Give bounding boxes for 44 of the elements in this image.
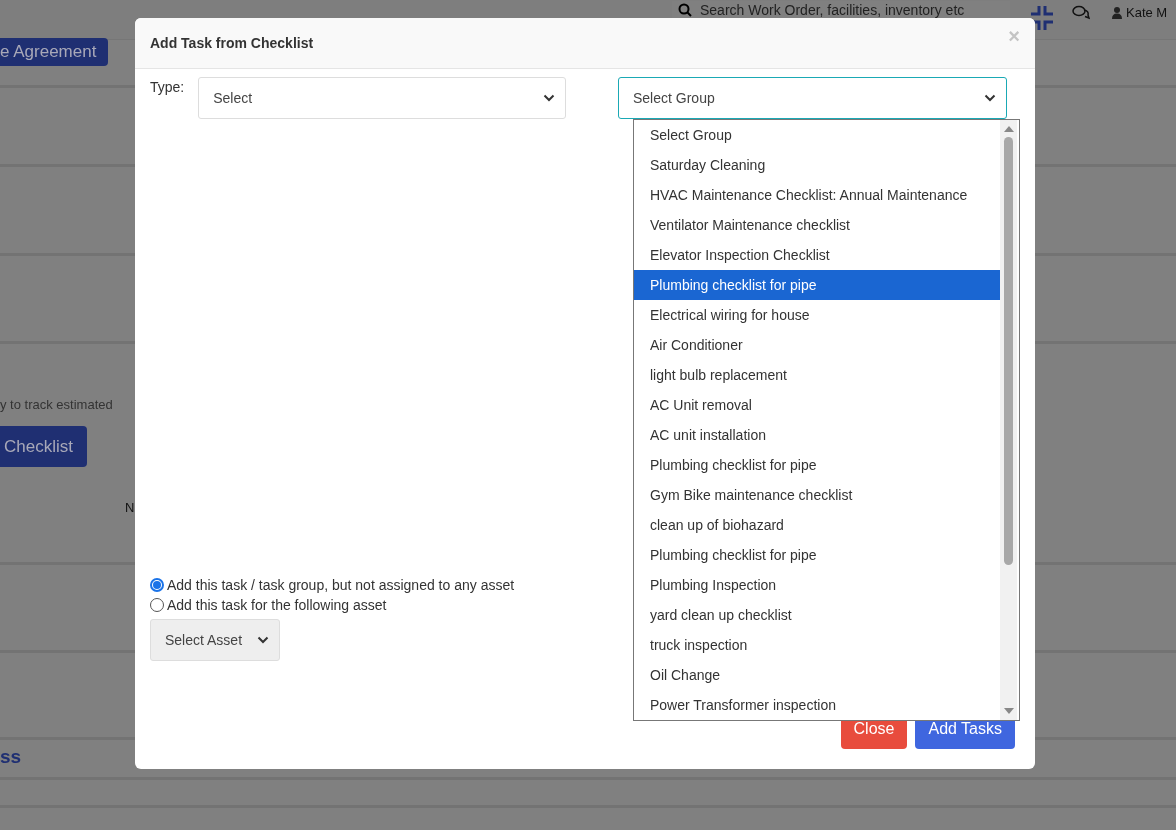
dropdown-option[interactable]: HVAC Maintenance Checklist: Annual Maintenance (634, 180, 1000, 210)
dropdown-option[interactable]: Plumbing Inspection (634, 570, 1000, 600)
scroll-down-icon[interactable] (1003, 707, 1014, 715)
dropdown-option[interactable]: Oil Change (634, 660, 1000, 690)
scroll-up-icon[interactable] (1003, 125, 1014, 133)
dropdown-option[interactable]: Saturday Cleaning (634, 150, 1000, 180)
radio-button[interactable] (150, 578, 164, 592)
dropdown-option[interactable]: Ventilator Maintenance checklist (634, 210, 1000, 240)
dropdown-option[interactable]: light bulb replacement (634, 360, 1000, 390)
dropdown-option[interactable]: Plumbing checklist for pipe (634, 540, 1000, 570)
group-select[interactable]: Select Group (618, 77, 1007, 119)
dropdown-option[interactable]: Gym Bike maintenance checklist (634, 480, 1000, 510)
dropdown-option[interactable]: yard clean up checklist (634, 600, 1000, 630)
chat-icon[interactable] (1072, 5, 1090, 20)
checklist-button[interactable]: Checklist (0, 426, 87, 467)
radio-label[interactable]: Add this task / task group, but not assigned to any asset (167, 577, 515, 593)
chevron-icon (984, 94, 996, 102)
dialog-title: Add Task from Checklist (150, 35, 314, 51)
radio-label[interactable]: Add this task for the following asset (167, 597, 387, 613)
radio-button[interactable] (150, 598, 164, 612)
dropdown-option[interactable]: Electrical wiring for house (634, 300, 1000, 330)
dropdown-option[interactable]: AC unit installation (634, 420, 1000, 450)
agreement-button[interactable]: e Agreement (0, 38, 109, 66)
dropdown-option[interactable]: AC Unit removal (634, 390, 1000, 420)
type-label: Type: (150, 78, 185, 97)
dropdown-option[interactable]: Air Conditioner (634, 330, 1000, 360)
user-icon (1112, 6, 1122, 19)
dropdown-option[interactable]: clean up of biohazard (634, 510, 1000, 540)
grid-logo-icon[interactable] (1030, 5, 1054, 31)
type-select[interactable]: Select (198, 77, 567, 119)
search-field[interactable]: Search Work Order, facilities, inventory etc (700, 1, 1000, 18)
dropdown-option[interactable]: Plumbing checklist for pipe (634, 450, 1000, 480)
search-icon (678, 2, 692, 17)
dropdown-option[interactable]: truck inspection (634, 630, 1000, 660)
hint-text: y to track estimated (0, 397, 113, 412)
user-name[interactable]: Kate M (1126, 5, 1168, 20)
column-text: N (125, 500, 135, 515)
dropdown-option[interactable]: Elevator Inspection Checklist (634, 240, 1000, 270)
chevron-icon (543, 94, 556, 102)
chevron-icon (257, 636, 269, 644)
asset-select[interactable]: Select Asset (150, 619, 280, 661)
section-heading: ss (0, 746, 22, 767)
dropdown-option[interactable]: Plumbing checklist for pipe (634, 270, 1000, 300)
dropdown-option[interactable]: Select Group (634, 120, 1000, 150)
